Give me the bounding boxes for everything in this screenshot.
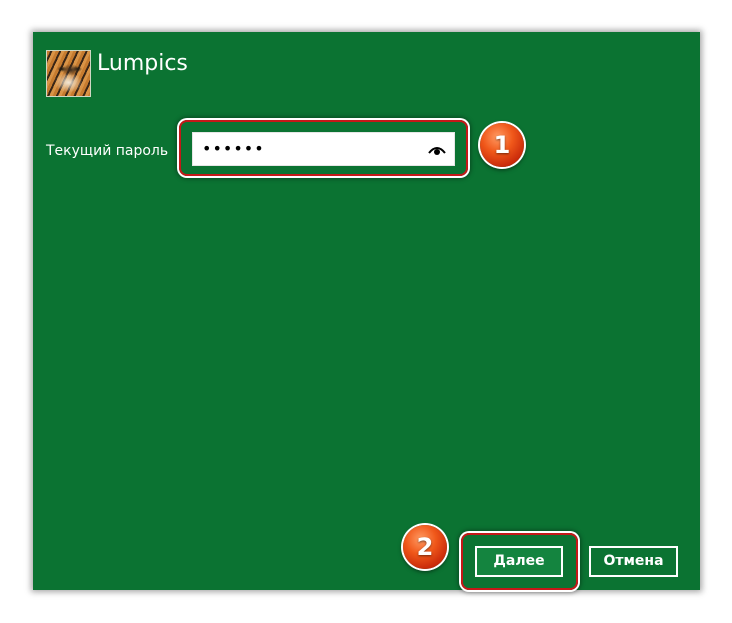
step-2-badge: 2 (403, 525, 447, 569)
eye-icon[interactable] (428, 144, 446, 156)
cancel-button[interactable]: Отмена (589, 546, 678, 577)
step-1-badge: 1 (480, 123, 524, 167)
account-name: Lumpics (97, 51, 188, 76)
avatar (46, 50, 91, 97)
next-button[interactable]: Далее (475, 546, 563, 577)
current-password-value: •••••• (202, 139, 265, 158)
change-password-dialog: Lumpics Текущий пароль •••••• 1 2 Далее … (33, 32, 700, 590)
current-password-label: Текущий пароль (46, 143, 169, 159)
current-password-input[interactable]: •••••• (192, 132, 455, 166)
